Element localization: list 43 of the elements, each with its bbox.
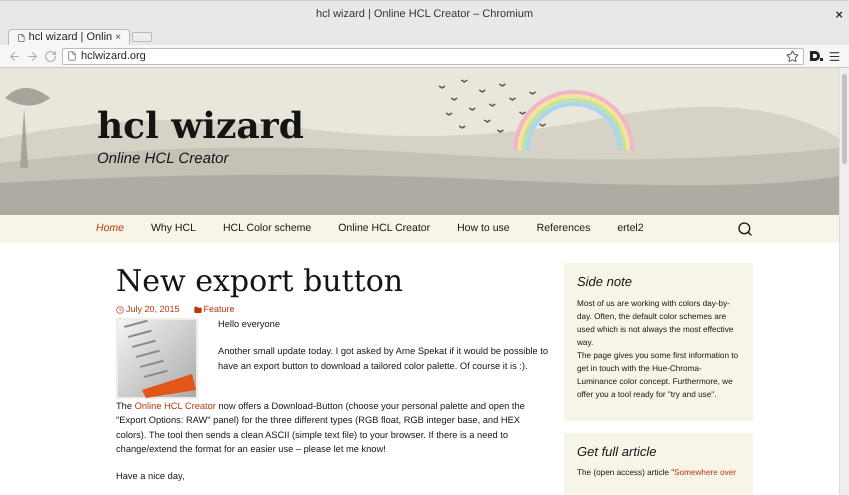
link[interactable]: Online HCL Creator	[134, 400, 216, 410]
paragraph: The (open access) article "Somewhere over	[577, 467, 737, 479]
post-title: New export button	[116, 263, 404, 301]
folder-icon	[194, 306, 202, 314]
site-tagline: Online HCL Creator	[97, 149, 228, 169]
tab-title: hcl wizard | Onlin	[28, 30, 112, 46]
search-icon[interactable]	[737, 221, 753, 237]
address-field[interactable]: hclwizard.org	[62, 48, 804, 64]
forward-icon[interactable]	[26, 50, 39, 62]
nav-link[interactable]: Home	[96, 221, 124, 237]
page-icon	[67, 51, 77, 61]
nav-link[interactable]: References	[536, 221, 590, 237]
paragraph: Most of us are working with colors day-by-day. Often, the default color schemes are used which is not always the most effective way.	[577, 298, 734, 348]
paragraph: Hello everyone	[218, 318, 282, 331]
widget-title: Side note	[577, 273, 633, 291]
menu-icon[interactable]	[828, 50, 841, 62]
clock-icon	[116, 306, 124, 314]
new-tab-button[interactable]	[132, 32, 152, 42]
post-category[interactable]: Feature	[194, 303, 235, 316]
site-title[interactable]: hcl wizard	[97, 104, 304, 148]
nav-link[interactable]: Online HCL Creator	[338, 221, 430, 237]
extension-icon[interactable]	[809, 50, 823, 62]
page-icon	[17, 32, 26, 42]
paragraph: Another small update today. I got asked by Arne Spekat if it would be possible to have an export button to download a tailored color palette. Of course it is :).	[218, 345, 550, 373]
close-button[interactable]: ×	[835, 4, 843, 24]
link[interactable]: Somewhere over	[674, 468, 736, 477]
reload-icon[interactable]	[44, 50, 57, 62]
url-text: hclwizard.org	[81, 48, 146, 64]
paragraph: Have a nice day,	[116, 470, 186, 483]
nav-link[interactable]: ertel2	[617, 221, 644, 237]
tab-close-button[interactable]: ×	[115, 30, 121, 45]
nav-link[interactable]: Why HCL	[151, 221, 196, 237]
nav-link[interactable]: HCL Color scheme	[222, 221, 312, 237]
paragraph: The Online HCL Creator now offers a Download-Button (choose your personal palette and open the "Export Options: RAW" panel) for the three different types (RGB float, RGB integer base, and HEX colors). The tool then sends a clean ASCII (simple text file) to your browser. If there is a need to change/extend the format for an easier use – please let me know!	[116, 400, 526, 456]
back-icon[interactable]	[8, 50, 21, 62]
window-title: hcl wizard | Online HCL Creator – Chromium	[316, 7, 534, 22]
star-icon[interactable]	[786, 50, 799, 62]
post-date[interactable]: July 20, 2015	[116, 303, 180, 316]
widget-title: Get full article	[577, 442, 658, 460]
browser-tab[interactable]: hcl wizard | Onlin ×	[8, 29, 130, 45]
nav-link[interactable]: How to use	[457, 221, 510, 237]
scrollbar[interactable]	[839, 68, 849, 495]
paragraph: The page gives you some first information to get in touch with the Hue-Chroma-Luminance color concept. Furthermore, we offer you a tool ready for "try and use".	[577, 350, 740, 400]
